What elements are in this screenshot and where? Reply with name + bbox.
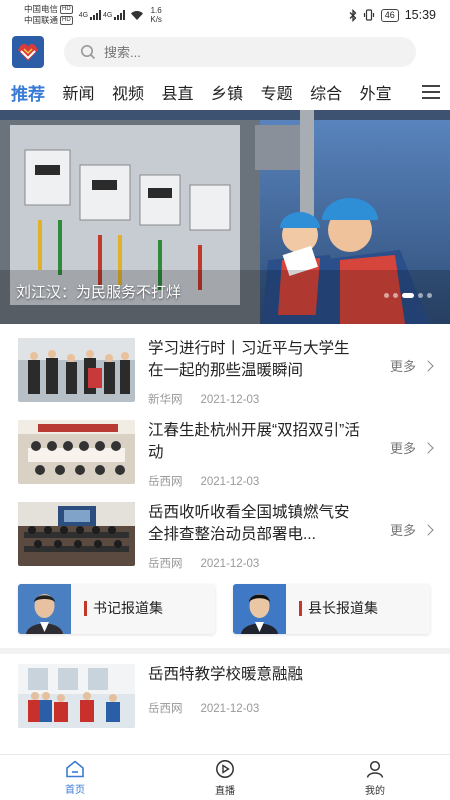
user-icon xyxy=(366,760,384,778)
search-bar[interactable] xyxy=(64,37,416,67)
carousel-dot[interactable] xyxy=(393,293,398,298)
clock: 15:39 xyxy=(404,8,436,22)
hd-badge: HD xyxy=(60,16,73,25)
carousel-dot-active[interactable] xyxy=(402,293,414,298)
avatar xyxy=(18,584,71,634)
news-meta: 岳西网 2021-12-03 xyxy=(148,700,277,716)
home-icon xyxy=(66,759,84,777)
news-date: 2021-12-03 xyxy=(200,558,260,570)
more-label: 更多 xyxy=(389,523,416,538)
tab-township[interactable]: 乡镇 xyxy=(211,80,243,104)
tab-general[interactable]: 综合 xyxy=(310,80,342,104)
tab-video[interactable]: 视频 xyxy=(112,80,144,104)
signal-icon: 4G 4G xyxy=(79,10,145,21)
nav-home-label: 首页 xyxy=(65,784,85,796)
more-label: 更多 xyxy=(389,359,416,374)
news-source: 岳西网 xyxy=(148,703,183,715)
network-type: 4G xyxy=(78,11,89,19)
news-date: 2021-12-03 xyxy=(200,476,260,488)
vibrate-icon xyxy=(363,9,374,21)
news-title[interactable]: 岳西特教学校暖意融融 xyxy=(148,664,360,686)
report-collections: 书记报道集 县长报道集 xyxy=(0,584,450,642)
more-label: 更多 xyxy=(389,441,416,456)
news-source: 岳西网 xyxy=(148,558,183,570)
tab-county[interactable]: 县直 xyxy=(162,80,194,104)
county-head-report-card[interactable]: 县长报道集 xyxy=(233,584,430,634)
news-meta: 新华网 2021-12-03 xyxy=(148,391,277,407)
news-thumbnail xyxy=(18,664,135,728)
carrier-2: 中国联通 xyxy=(24,15,59,25)
category-tabs: 推荐 新闻 视频 县直 乡镇 专题 综合 外宣 xyxy=(0,74,450,110)
nav-live-label: 直播 xyxy=(215,785,235,797)
news-thumbnail xyxy=(18,338,135,402)
network-speed: 1.6 K/s xyxy=(150,6,162,24)
news-item[interactable]: 岳西收听收看全国城镇燃气安全排查整治动员部署电... 岳西网 2021-12-03… xyxy=(0,498,450,580)
chevron-right-icon xyxy=(422,523,434,536)
news-item[interactable]: 江春生赴杭州开展“双招双引”活动 岳西网 2021-12-03 更多 xyxy=(0,416,450,498)
tab-recommend[interactable]: 推荐 xyxy=(11,80,45,105)
news-item[interactable]: 学习进行时丨习近平与大学生在一起的那些温暖瞬间 新华网 2021-12-03 更多 xyxy=(0,334,450,416)
search-icon xyxy=(81,45,96,60)
tab-news[interactable]: 新闻 xyxy=(63,80,95,104)
tab-special[interactable]: 专题 xyxy=(261,80,293,104)
news-meta: 岳西网 2021-12-03 xyxy=(148,473,277,489)
nav-live[interactable]: 直播 xyxy=(150,755,300,800)
play-icon xyxy=(216,759,234,778)
app-header xyxy=(0,30,450,74)
news-date: 2021-12-03 xyxy=(200,394,260,406)
avatar xyxy=(233,584,286,634)
tab-external[interactable]: 外宣 xyxy=(360,80,392,104)
more-button[interactable]: 更多 xyxy=(389,438,434,457)
more-button[interactable]: 更多 xyxy=(389,520,434,539)
carousel-dot[interactable] xyxy=(427,293,432,298)
news-item[interactable]: 岳西特教学校暖意融融 岳西网 2021-12-03 xyxy=(0,660,450,742)
nav-mine-label: 我的 xyxy=(365,785,385,797)
news-thumbnail xyxy=(18,502,135,566)
secretary-report-label: 书记报道集 xyxy=(84,601,163,616)
carrier-1: 中国电信 xyxy=(24,4,59,14)
county-head-report-label: 县长报道集 xyxy=(299,601,378,616)
news-source: 新华网 xyxy=(148,394,183,406)
chevron-right-icon xyxy=(422,441,434,454)
carousel-indicators xyxy=(384,293,432,298)
carousel-dot[interactable] xyxy=(384,293,389,298)
more-button[interactable]: 更多 xyxy=(389,356,434,375)
network-type: 4G xyxy=(103,11,113,19)
news-meta: 岳西网 2021-12-03 xyxy=(148,555,277,571)
chevron-right-icon xyxy=(422,359,434,372)
news-date: 2021-12-03 xyxy=(200,703,260,715)
wifi-icon xyxy=(131,10,144,20)
carrier-info: 中国电信 HD 中国联通 HD xyxy=(24,4,73,26)
carousel-dot[interactable] xyxy=(418,293,423,298)
bottom-navigation: 首页 直播 我的 xyxy=(0,754,450,800)
news-title[interactable]: 岳西收听收看全国城镇燃气安全排查整治动员部署电... xyxy=(148,502,360,546)
nav-mine[interactable]: 我的 xyxy=(300,755,450,800)
banner-carousel[interactable]: 刘江汉：为民服务不打烊 xyxy=(0,110,450,324)
secretary-report-card[interactable]: 书记报道集 xyxy=(18,584,215,634)
app-logo[interactable] xyxy=(12,36,44,68)
status-bar: 中国电信 HD 中国联通 HD 4G 4G 1.6 K/s 46 15:39 xyxy=(0,0,450,30)
banner-caption[interactable]: 刘江汉：为民服务不打烊 xyxy=(16,281,181,302)
menu-icon[interactable] xyxy=(422,85,440,99)
bluetooth-icon xyxy=(349,8,357,22)
nav-home[interactable]: 首页 xyxy=(0,755,150,800)
news-thumbnail xyxy=(18,420,135,484)
hd-badge: HD xyxy=(60,5,73,14)
news-title[interactable]: 江春生赴杭州开展“双招双引”活动 xyxy=(148,420,360,464)
news-title[interactable]: 学习进行时丨习近平与大学生在一起的那些温暖瞬间 xyxy=(148,338,360,382)
section-divider xyxy=(0,648,450,654)
search-input[interactable] xyxy=(104,44,364,60)
battery-icon: 46 xyxy=(380,8,399,22)
news-source: 岳西网 xyxy=(148,476,183,488)
